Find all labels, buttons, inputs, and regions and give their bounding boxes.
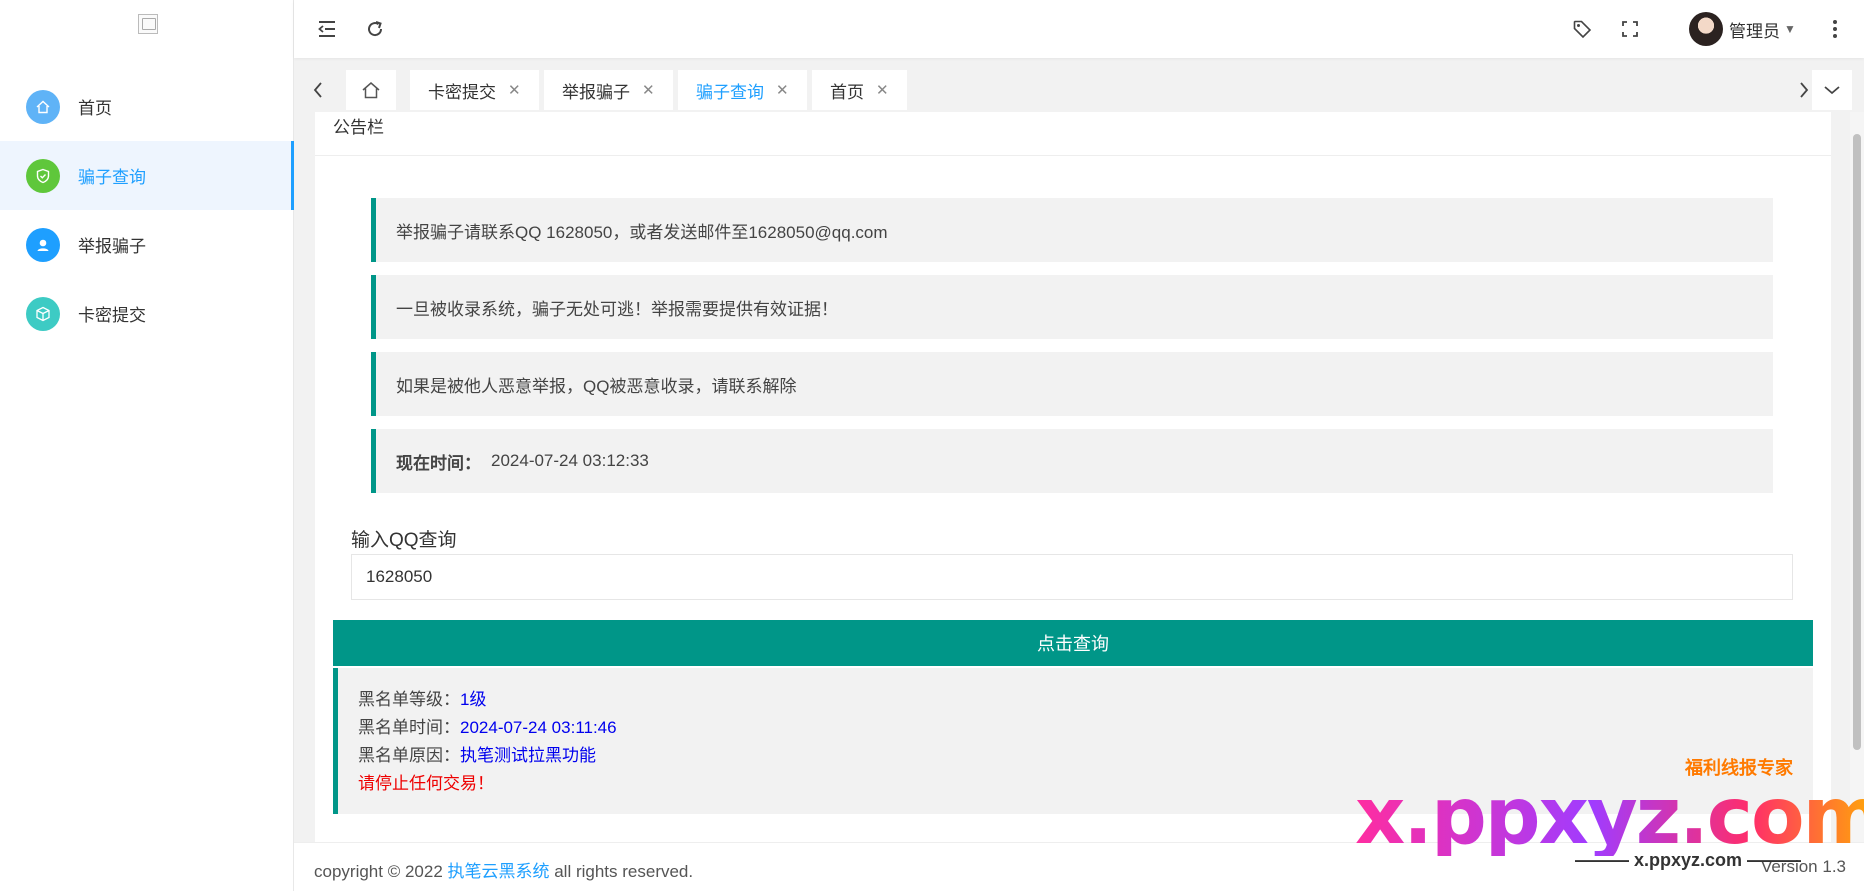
close-icon[interactable]: ✕	[642, 81, 655, 99]
notice-item: 举报骗子请联系QQ 1628050，或者发送邮件至1628050@qq.com	[371, 198, 1773, 262]
caret-down-icon: ▼	[1784, 22, 1796, 36]
notice-text: 举报骗子请联系QQ 1628050，或者发送邮件至1628050@qq.com	[396, 222, 888, 242]
notice-item: 如果是被他人恶意举报，QQ被恶意收录，请联系解除	[371, 352, 1773, 416]
cube-icon	[26, 296, 60, 331]
query-result: 黑名单等级：1级 黑名单时间：2024-07-24 03:11:46 黑名单原因…	[333, 668, 1813, 814]
home-outline-icon	[362, 82, 380, 99]
result-label: 黑名单原因：	[358, 746, 460, 765]
tab-label: 骗子查询	[696, 82, 764, 102]
sidebar-menu: 首页 骗子查询 举报骗子 卡密提交	[0, 72, 294, 348]
copyright: copyright © 2022 执笔云黑系统 all rights reser…	[314, 857, 693, 882]
tab-label: 卡密提交	[428, 82, 496, 102]
home-icon	[26, 89, 60, 124]
notice-item: 一旦被收录系统，骗子无处可逃！举报需要提供有效证据！	[371, 275, 1773, 339]
result-label: 黑名单等级：	[358, 690, 460, 709]
current-time-value: 2024-07-24 03:12:33	[491, 451, 649, 470]
sidebar-item-label: 举报骗子	[78, 237, 146, 256]
tag-icon[interactable]	[1567, 14, 1597, 44]
blacklist-level-value: 1级	[460, 690, 487, 709]
tab-home[interactable]: 首页 ✕	[812, 70, 907, 110]
sidebar-item-report-scammer[interactable]: 举报骗子	[0, 210, 294, 279]
logo-broken-image-icon	[138, 14, 158, 34]
sidebar-item-label: 骗子查询	[78, 168, 146, 187]
card-title: 公告栏	[315, 112, 1831, 156]
stop-trading-warning: 请停止任何交易！	[358, 774, 494, 793]
result-label: 黑名单时间：	[358, 718, 460, 737]
close-icon[interactable]: ✕	[776, 81, 789, 99]
menu-collapse-icon[interactable]	[312, 14, 342, 44]
sidebar-item-card-submit[interactable]: 卡密提交	[0, 279, 294, 348]
qq-query-input[interactable]	[351, 554, 1793, 600]
current-time-label: 现在时间：	[396, 453, 481, 473]
more-vertical-icon[interactable]	[1820, 14, 1850, 44]
close-icon[interactable]: ✕	[876, 81, 889, 99]
blacklist-time-row: 黑名单时间：2024-07-24 03:11:46	[358, 714, 1793, 742]
sidebar: 首页 骗子查询 举报骗子 卡密提交	[0, 0, 294, 891]
bulletin-card: 公告栏 举报骗子请联系QQ 1628050，或者发送邮件至1628050@qq.…	[315, 112, 1831, 842]
tab-label: 首页	[830, 82, 864, 102]
notice-text: 如果是被他人恶意举报，QQ被恶意收录，请联系解除	[396, 376, 797, 396]
tab-scammer-query[interactable]: 骗子查询 ✕	[678, 70, 807, 110]
qq-query-label: 输入QQ查询	[351, 530, 457, 551]
sidebar-item-scammer-query[interactable]: 骗子查询	[0, 141, 294, 210]
notice-list: 举报骗子请联系QQ 1628050，或者发送邮件至1628050@qq.com …	[371, 198, 1773, 506]
tab-home-icon-tab[interactable]	[346, 70, 396, 110]
notice-text: 一旦被收录系统，骗子无处可逃！举报需要提供有效证据！	[396, 299, 838, 319]
user-menu[interactable]: 管理员 ▼	[1689, 11, 1796, 47]
close-icon[interactable]: ✕	[508, 81, 521, 99]
content-scrollbar[interactable]	[1850, 112, 1864, 842]
tab-card-submit[interactable]: 卡密提交 ✕	[410, 70, 539, 110]
brand-link[interactable]: 执笔云黑系统	[448, 862, 550, 881]
tab-report-scammer[interactable]: 举报骗子 ✕	[544, 70, 673, 110]
sidebar-item-label: 首页	[78, 99, 112, 118]
blacklist-reason-value: 执笔测试拉黑功能	[460, 746, 596, 765]
user-name: 管理员	[1729, 21, 1780, 41]
fullscreen-icon[interactable]	[1615, 14, 1645, 44]
sidebar-item-label: 卡密提交	[78, 306, 146, 325]
blacklist-time-value: 2024-07-24 03:11:46	[460, 718, 617, 737]
blacklist-level-row: 黑名单等级：1级	[358, 686, 1793, 714]
sidebar-item-home[interactable]: 首页	[0, 72, 294, 141]
shield-check-icon	[26, 158, 60, 193]
tab-scroll-left-icon[interactable]	[298, 70, 338, 110]
current-time-notice: 现在时间： 2024-07-24 03:12:33	[371, 429, 1773, 493]
tab-bar: 卡密提交 ✕ 举报骗子 ✕ 骗子查询 ✕ 首页 ✕	[294, 62, 1864, 112]
copyright-suffix: all rights reserved.	[549, 862, 694, 881]
footer: copyright © 2022 执笔云黑系统 all rights reser…	[294, 842, 1864, 891]
avatar	[1689, 12, 1723, 46]
tab-label: 举报骗子	[562, 82, 630, 102]
scrollbar-thumb[interactable]	[1853, 134, 1861, 750]
tab-dropdown-icon[interactable]	[1812, 70, 1852, 110]
query-button[interactable]: 点击查询	[333, 620, 1813, 666]
blacklist-reason-row: 黑名单原因：执笔测试拉黑功能	[358, 742, 1793, 770]
version: Version 1.3	[1760, 857, 1846, 876]
user-report-icon	[26, 227, 60, 262]
refresh-icon[interactable]	[360, 14, 390, 44]
copyright-prefix: copyright © 2022	[314, 862, 448, 881]
top-header: 管理员 ▼	[294, 0, 1864, 58]
